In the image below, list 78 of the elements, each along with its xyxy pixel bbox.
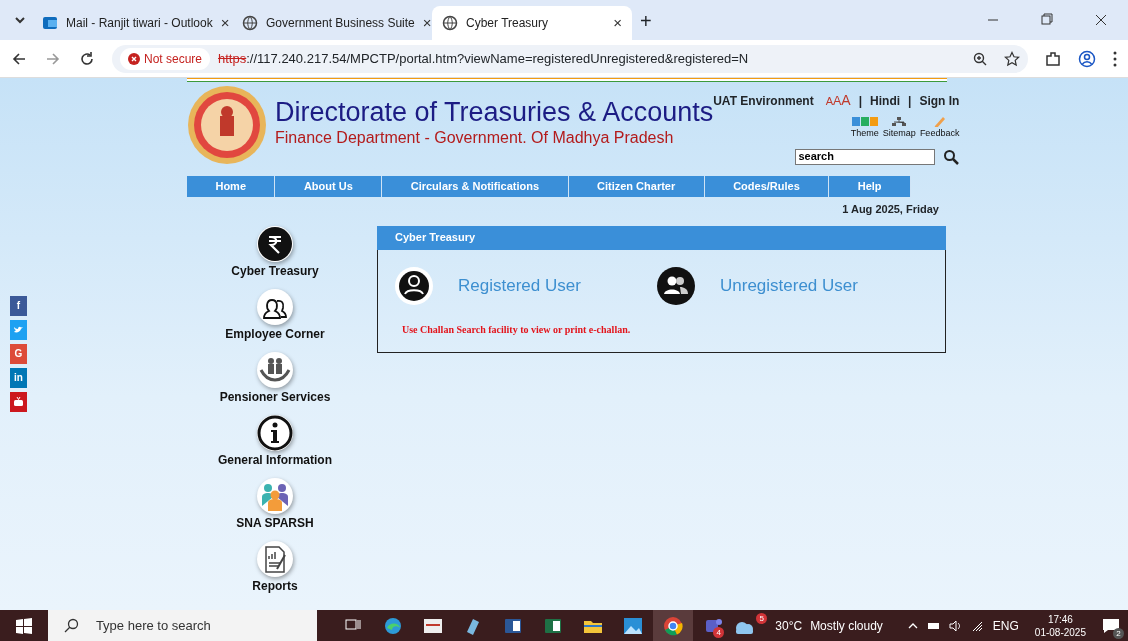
more-icon[interactable] (1112, 49, 1118, 68)
header-link[interactable]: Sign In (919, 91, 960, 110)
bird-icon (13, 325, 24, 334)
url-field[interactable]: https://117.240.217.54/MPCTP/portal.htm?viewName=registeredUnregistered&registered=N (218, 48, 749, 69)
warning-icon (128, 52, 140, 65)
browser-tab[interactable]: Mail - Ranjit tiwari - Outlook × (32, 6, 232, 40)
social-link[interactable]: in (10, 367, 27, 388)
header-link[interactable]: Hindi (870, 91, 901, 110)
security-indicator[interactable]: Not secure (120, 47, 211, 70)
report-icon[interactable] (257, 540, 293, 577)
rupee-icon[interactable] (257, 225, 293, 262)
search-field[interactable]: search (795, 148, 936, 165)
panel-title: Cyber Treasury (395, 230, 476, 246)
environment-label: UAT Environment (713, 92, 814, 110)
menu-link[interactable]: General Information (218, 450, 332, 469)
user-icon (394, 265, 434, 306)
weather-text: Mostly cloudy (810, 617, 883, 635)
close-tab-button[interactable]: × (422, 11, 432, 35)
notification-badge: 2 (1113, 627, 1124, 639)
wifi-icon[interactable] (970, 619, 985, 632)
feedback-link[interactable]: Feedback (919, 127, 960, 141)
notice-text: Use Challan Search facility to view or print e-challan. (401, 322, 632, 337)
social-link[interactable] (10, 319, 27, 340)
people-outline-icon[interactable] (257, 288, 293, 325)
menu-link[interactable]: Cyber Treasury (231, 261, 319, 280)
notification-badge: 5 (756, 612, 768, 624)
info-icon[interactable] (257, 414, 293, 451)
clock-date[interactable]: 01-08-2025 (1034, 625, 1086, 639)
close-tab-button[interactable]: × (613, 11, 622, 35)
font-size-link[interactable]: A (825, 93, 833, 110)
taskbar-app[interactable] (653, 610, 694, 641)
browser-tab[interactable]: Government Business Suite × (232, 6, 432, 40)
theme-link[interactable]: Theme (850, 127, 879, 141)
edge-icon (383, 615, 404, 636)
new-tab-button[interactable]: + (640, 6, 652, 36)
theme-icon[interactable] (851, 115, 878, 127)
photos-icon (623, 615, 644, 636)
font-size-link[interactable]: A (833, 92, 842, 111)
site-title: Directorate of Treasuries & Accounts (275, 98, 714, 127)
menu-link[interactable]: Employee Corner (225, 324, 325, 343)
reload-icon[interactable] (78, 49, 96, 68)
date-text: 1 Aug 2025, Friday (842, 203, 939, 215)
browser-tab[interactable]: Cyber Treasury × (432, 6, 632, 40)
site-subtitle: Finance Department - Government. Of Madhya Pradesh (275, 128, 675, 149)
social-link[interactable]: G (10, 343, 27, 364)
zoom-icon[interactable] (972, 50, 988, 67)
clock-time[interactable]: 17:46 (1047, 612, 1073, 626)
search-icon[interactable] (943, 148, 960, 165)
menu-link[interactable]: Reports (252, 576, 298, 595)
temperature-text: 30°C (775, 617, 803, 635)
language-indicator[interactable]: ENG (992, 616, 1019, 635)
globe-icon (442, 15, 458, 31)
close-tab-button[interactable]: × (220, 11, 230, 35)
taskbar-app[interactable]: 4 (693, 610, 734, 641)
chrome-icon (663, 615, 684, 636)
group-icon[interactable] (257, 477, 293, 514)
separator-text: | (908, 92, 912, 110)
star-icon[interactable] (1004, 50, 1020, 67)
sitemap-link[interactable]: Sitemap (882, 127, 916, 141)
social-link[interactable] (10, 391, 27, 412)
windows-start-icon[interactable] (15, 617, 32, 634)
speaker-icon[interactable] (948, 619, 963, 632)
video-icon (14, 397, 23, 406)
profile-icon[interactable] (1078, 49, 1096, 68)
globe-icon (242, 15, 258, 31)
notifications-icon[interactable] (1102, 616, 1120, 635)
users-icon (656, 265, 696, 306)
mail-app-icon (42, 15, 58, 31)
hands-icon[interactable] (257, 351, 293, 388)
font-size-link[interactable]: A (841, 90, 851, 111)
search-icon (63, 617, 80, 634)
menu-link[interactable]: Pensioner Services (219, 387, 331, 406)
taskbar-search[interactable]: Type here to search (47, 610, 318, 641)
separator-text: | (858, 92, 863, 110)
social-link[interactable]: f (10, 295, 27, 316)
notification-badge: 4 (713, 627, 725, 638)
extensions-icon[interactable] (1044, 49, 1062, 68)
menu-link[interactable]: SNA SPARSH (236, 513, 314, 532)
